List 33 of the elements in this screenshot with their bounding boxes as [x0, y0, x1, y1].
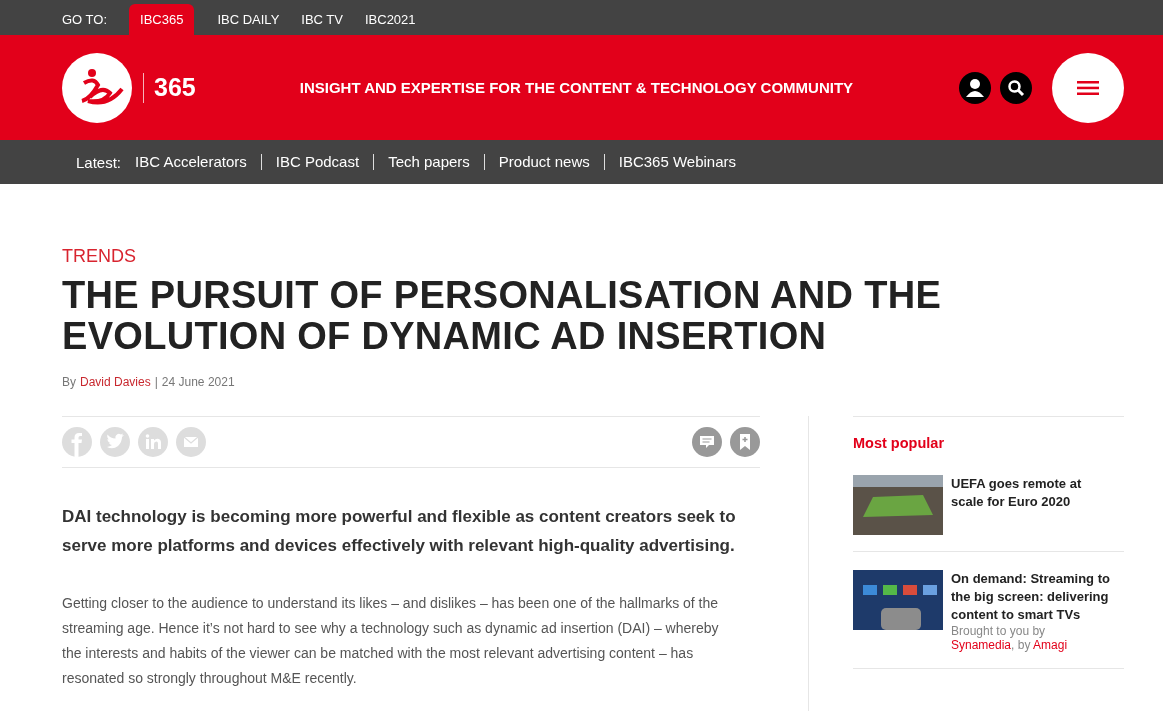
- popular-article-link[interactable]: On demand: Streaming to the big screen: delivering content to smart TVs: [951, 570, 1116, 624]
- byline-prefix: By: [62, 375, 76, 389]
- search-icon[interactable]: [1000, 71, 1032, 104]
- byline-separator: |: [154, 375, 158, 389]
- site-tab[interactable]: IBC365: [129, 4, 195, 35]
- latest-label: Latest:: [76, 153, 122, 171]
- latest-link[interactable]: IBC365 Webinars: [603, 154, 751, 170]
- article-paragraph: Getting closer to the audience to understand its likes – and dislikes – has been one of the hallmarks of the streaming age. Hence it’s not hard to see why a technology such as dynamic ad insertion (DAI) – whereby the interests and habits of the viewer can be matched with the most relevant advertising content – has resonated so strongly throughout M&E recently.: [62, 594, 720, 688]
- ibc-logo-icon[interactable]: [62, 52, 132, 123]
- bookmark-icon[interactable]: [730, 427, 760, 457]
- comment-icon[interactable]: [692, 427, 722, 457]
- sponsor-link[interactable]: Amagi: [1033, 638, 1068, 652]
- latest-link[interactable]: Product news: [483, 154, 604, 170]
- site-tab[interactable]: IBC TV: [290, 4, 354, 35]
- category-label[interactable]: TRENDS: [62, 246, 1163, 267]
- latest-link[interactable]: Tech papers: [373, 154, 484, 170]
- goto-label: GO TO:: [62, 11, 108, 29]
- site-tab[interactable]: IBC2021: [353, 4, 427, 35]
- tagline: INSIGHT AND EXPERTISE FOR THE CONTENT & TECHNOLOGY COMMUNITY: [299, 79, 854, 96]
- latest-link[interactable]: IBC Accelerators: [135, 154, 261, 170]
- account-icon[interactable]: [959, 71, 991, 104]
- popular-article-link[interactable]: UEFA goes remote at scale for Euro 2020: [951, 475, 1116, 511]
- latest-link[interactable]: IBC Podcast: [260, 154, 374, 170]
- author-link[interactable]: David Davies: [80, 375, 151, 389]
- sponsor-text: , by: [1011, 638, 1031, 652]
- sidebar-heading: Most popular: [853, 435, 946, 451]
- publish-date: 24 June 2021: [161, 375, 235, 389]
- sponsor-text: Brought to you by: [951, 624, 1046, 638]
- menu-icon: [1077, 80, 1099, 95]
- article-standfirst: DAI technology is becoming more powerful and flexible as content creators seek to serve more platforms and devices effectively with relevant high-quality advertising.: [62, 506, 737, 557]
- site-tab[interactable]: IBC DAILY: [206, 4, 291, 35]
- logo-number: 365: [154, 73, 196, 102]
- article-title: THE PURSUIT OF PERSONALISATION AND THE EVOLUTION OF DYNAMIC AD INSERTION: [62, 275, 943, 357]
